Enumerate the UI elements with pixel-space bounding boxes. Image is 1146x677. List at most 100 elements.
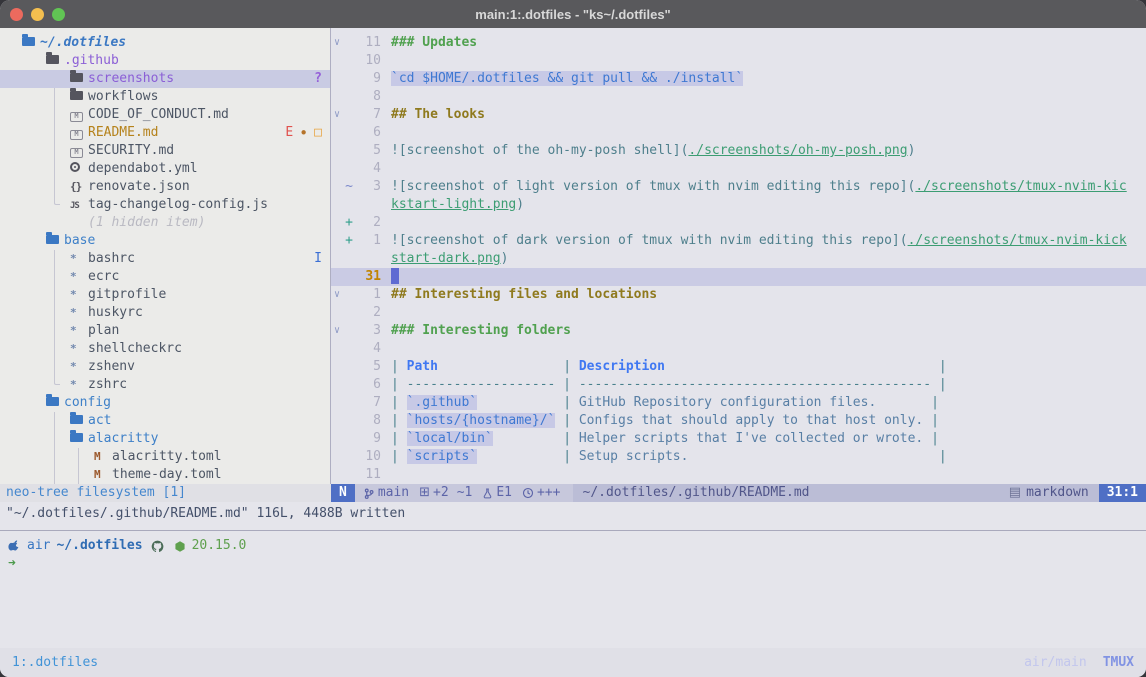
tree-item-label: zshrc <box>88 376 127 394</box>
line-number: 10 <box>355 448 381 466</box>
editor-line[interactable]: ∨ 11### Updates <box>331 34 1146 52</box>
text-segment-pipe: | <box>939 359 947 374</box>
text-segment-plain <box>477 395 563 410</box>
editor-line[interactable]: 5![screenshot of the oh-my-posh shell](.… <box>331 142 1146 160</box>
text-segment-pipe: | <box>931 395 939 410</box>
tree-item--1-hidden-item-[interactable]: (1 hidden item) <box>0 214 330 232</box>
editor-line[interactable]: 10 <box>331 52 1146 70</box>
tree-item-shellcheckrc[interactable]: *shellcheckrc <box>0 340 330 358</box>
tmux-window-name[interactable]: 1:.dotfiles <box>12 655 98 670</box>
git-status-badges: E•□ <box>285 124 322 142</box>
tree-item-security-md[interactable]: MSECURITY.md <box>0 142 330 160</box>
tree-item--github[interactable]: .github <box>0 52 330 70</box>
fold-marker <box>331 142 343 160</box>
tree-item-gitprofile[interactable]: *gitprofile <box>0 286 330 304</box>
folder-icon <box>22 34 40 52</box>
editor-line[interactable]: 2 <box>331 304 1146 322</box>
line-number: 10 <box>355 52 381 70</box>
tree-item-ecrc[interactable]: *ecrc <box>0 268 330 286</box>
git-sign <box>343 88 355 106</box>
tree-item-workflows[interactable]: workflows <box>0 88 330 106</box>
editor-line[interactable]: start-dark.png) <box>331 250 1146 268</box>
editor-line[interactable]: 8 <box>331 88 1146 106</box>
tree-item-code-of-conduct-md[interactable]: MCODE_OF_CONDUCT.md <box>0 106 330 124</box>
tree-item-renovate-json[interactable]: {}renovate.json <box>0 178 330 196</box>
tree-item-huskyrc[interactable]: *huskyrc <box>0 304 330 322</box>
text-segment-cell: Configs that should apply to that host o… <box>579 413 923 428</box>
fold-marker[interactable]: ∨ <box>331 322 343 340</box>
line-text: | `scripts` | Setup scripts. | <box>381 448 947 466</box>
text-segment-plain <box>493 431 563 446</box>
window-title: main:1:.dotfiles - "ks~/.dotfiles" <box>0 7 1146 22</box>
tree-item-act[interactable]: act <box>0 412 330 430</box>
fold-marker[interactable]: ∨ <box>331 34 343 52</box>
fold-marker <box>331 466 343 484</box>
editor-line[interactable]: 8| `hosts/{hostname}/` | Configs that sh… <box>331 412 1146 430</box>
editor-line[interactable]: ∨ 7## The looks <box>331 106 1146 124</box>
tree-item-dependabot-yml[interactable]: dependabot.yml <box>0 160 330 178</box>
status-badge: • <box>299 124 308 142</box>
tree-item-theme-day-toml[interactable]: Mtheme-day.toml <box>0 466 330 484</box>
line-number: 7 <box>355 106 381 124</box>
tree-item-label: shellcheckrc <box>88 340 182 358</box>
editor-line[interactable]: kstart-light.png) <box>331 196 1146 214</box>
tree-item-alacritty[interactable]: alacritty <box>0 430 330 448</box>
editor-line[interactable]: 10| `scripts` | Setup scripts. | <box>331 448 1146 466</box>
tree-item-zshrc[interactable]: *zshrc <box>0 376 330 394</box>
line-text: kstart-light.png) <box>381 196 524 214</box>
shell-pane[interactable]: air ~/.dotfiles 20.15.0 ➜ <box>0 531 1146 648</box>
editor-line[interactable]: 5| Path | Description | <box>331 358 1146 376</box>
editor-line[interactable]: 11 <box>331 466 1146 484</box>
tree-item--dotfiles[interactable]: ~/.dotfiles <box>0 34 330 52</box>
tree-item-screenshots[interactable]: screenshots? <box>0 70 330 88</box>
git-sign: + <box>343 232 355 250</box>
line-text: start-dark.png) <box>381 250 508 268</box>
tree-item-label: SECURITY.md <box>88 142 174 160</box>
editor-line[interactable]: 7| `.github` | GitHub Repository configu… <box>331 394 1146 412</box>
nodejs-icon <box>174 540 186 553</box>
text-segment-link: ./screenshots/oh-my-posh.png <box>688 143 907 158</box>
line-number: 8 <box>355 412 381 430</box>
fold-marker <box>331 412 343 430</box>
editor-line[interactable]: 6| ------------------- | ---------------… <box>331 376 1146 394</box>
editor-current-line[interactable]: 31 <box>331 268 1146 286</box>
fold-marker <box>331 304 343 322</box>
text-segment-pipe: | <box>391 449 407 464</box>
tree-item-config[interactable]: config <box>0 394 330 412</box>
git-sign <box>343 340 355 358</box>
editor-line[interactable]: 9`cd $HOME/.dotfiles && git pull && ./in… <box>331 70 1146 88</box>
editor-pane[interactable]: ∨ 11### Updates 10 9`cd $HOME/.dotfiles … <box>331 28 1146 484</box>
editor-line[interactable]: ~3![screenshot of light version of tmux … <box>331 178 1146 196</box>
tree-item-alacritty-toml[interactable]: Malacritty.toml <box>0 448 330 466</box>
editor-line[interactable]: +2 <box>331 214 1146 232</box>
line-number: 4 <box>355 160 381 178</box>
tree-item-base[interactable]: base <box>0 232 330 250</box>
editor-line[interactable]: ∨ 3### Interesting folders <box>331 322 1146 340</box>
editor-line[interactable]: 4 <box>331 160 1146 178</box>
fold-marker[interactable]: ∨ <box>331 106 343 124</box>
command-line[interactable]: "~/.dotfiles/.github/README.md" 116L, 44… <box>0 502 1146 530</box>
git-sign <box>343 196 355 214</box>
line-text: ### Interesting folders <box>381 322 571 340</box>
editor-line[interactable]: ∨ 1## Interesting files and locations <box>331 286 1146 304</box>
fold-marker[interactable]: ∨ <box>331 286 343 304</box>
tree-item-tag-changelog-config-js[interactable]: JStag-changelog-config.js <box>0 196 330 214</box>
tree-item-readme-md[interactable]: MREADME.mdE•□ <box>0 124 330 142</box>
line-number: 4 <box>355 340 381 358</box>
line-number: 5 <box>355 142 381 160</box>
asterisk-file-icon: * <box>70 304 88 322</box>
text-segment-sep: | ------------------- | ----------------… <box>391 377 947 392</box>
fold-marker <box>331 232 343 250</box>
tree-item-plan[interactable]: *plan <box>0 322 330 340</box>
tree-item-label: act <box>88 412 111 430</box>
text-segment-plain <box>477 449 563 464</box>
editor-line[interactable]: +1![screenshot of dark version of tmux w… <box>331 232 1146 250</box>
git-sign <box>343 394 355 412</box>
tmux-session-name: air/main <box>1024 655 1087 670</box>
tree-item-bashrc[interactable]: *bashrcI <box>0 250 330 268</box>
editor-line[interactable]: 6 <box>331 124 1146 142</box>
editor-line[interactable]: 9| `local/bin` | Helper scripts that I'v… <box>331 430 1146 448</box>
tree-item-zshenv[interactable]: *zshenv <box>0 358 330 376</box>
editor-line[interactable]: 4 <box>331 340 1146 358</box>
statusline: N main ⊞ +2 ~1 E1 +++ <box>331 484 1146 502</box>
